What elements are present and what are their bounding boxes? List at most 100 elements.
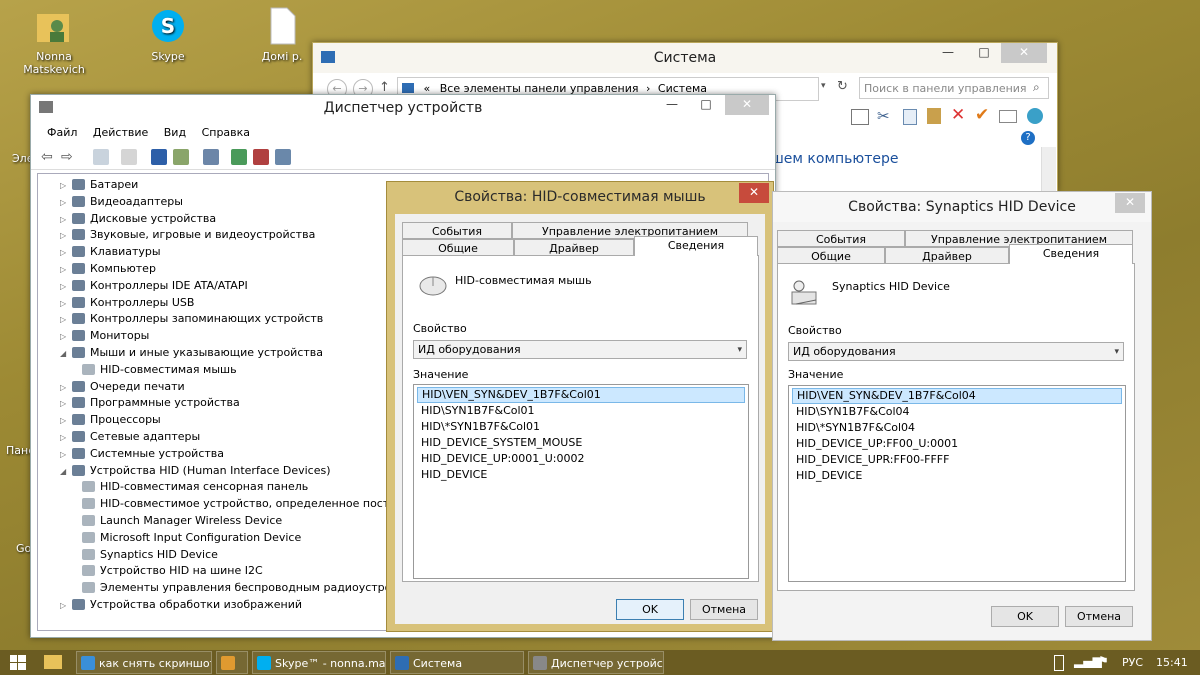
collapsed-arrow-icon[interactable]: ▷ <box>60 244 70 261</box>
value-list-item[interactable]: HID_DEVICE_UPR:FF00-FFFF <box>792 452 1122 468</box>
address-dropdown-icon[interactable]: ▾ <box>821 81 826 91</box>
search-input[interactable]: Поиск в панели управления <box>859 77 1049 99</box>
tab-general[interactable]: Общие <box>402 239 514 256</box>
ok-button[interactable]: OK <box>616 599 684 620</box>
tree-row[interactable]: ◢ Мыши и иные указывающие устройства <box>60 344 323 361</box>
cancel-button[interactable]: Отмена <box>1065 606 1133 627</box>
collapsed-arrow-icon[interactable]: ▷ <box>60 194 70 211</box>
tree-row[interactable]: ▷ Устройства обработки изображений <box>60 596 302 613</box>
desktop-icon-skype[interactable]: S Skype <box>128 6 208 63</box>
value-list-item[interactable]: HID_DEVICE_UP:0001_U:0002 <box>417 451 745 467</box>
value-list-item[interactable]: HID_DEVICE <box>417 467 745 483</box>
tree-row[interactable]: Элементы управления беспроводным радиоус… <box>80 579 399 596</box>
help-icon[interactable] <box>151 149 167 165</box>
check-icon[interactable]: ✔ <box>975 105 989 125</box>
tree-row[interactable]: HID-совместимая мышь <box>80 361 237 378</box>
minimize-button[interactable]: — <box>659 95 685 115</box>
layout-icon[interactable] <box>851 109 869 125</box>
taskbar-item-system[interactable]: Система <box>390 651 524 674</box>
taskbar-item-device-manager[interactable]: Диспетчер устройств <box>528 651 664 674</box>
desktop-icon-user[interactable]: Nonna Matskevich <box>14 6 94 76</box>
collapsed-arrow-icon[interactable]: ▷ <box>60 177 70 194</box>
ok-button[interactable]: OK <box>991 606 1059 627</box>
back-icon[interactable]: ⇦ <box>41 149 57 165</box>
tree-row[interactable]: ▷ Компьютер <box>60 260 156 277</box>
vertical-scrollbar[interactable] <box>1041 147 1056 191</box>
tree-row[interactable]: Microsoft Input Configuration Device <box>80 529 301 546</box>
collapsed-arrow-icon[interactable]: ▷ <box>60 261 70 278</box>
collapsed-arrow-icon[interactable]: ▷ <box>60 278 70 295</box>
taskbar-item-skype[interactable]: Skype™ - nonna.ma... <box>252 651 386 674</box>
tab-events[interactable]: События <box>402 222 512 239</box>
close-button[interactable]: ✕ <box>1115 193 1145 213</box>
menu-view[interactable]: Вид <box>158 123 192 142</box>
tree-view-icon[interactable] <box>93 149 109 165</box>
tree-row[interactable]: ▷ Контроллеры USB <box>60 294 194 311</box>
tab-general[interactable]: Общие <box>777 247 885 264</box>
value-list-item[interactable]: HID\SYN1B7F&Col04 <box>792 404 1122 420</box>
forward-icon[interactable]: ⇨ <box>61 149 77 165</box>
help-icon[interactable]: ? <box>1021 131 1035 145</box>
collapsed-arrow-icon[interactable]: ▷ <box>60 379 70 396</box>
tree-row[interactable]: Launch Manager Wireless Device <box>80 512 282 529</box>
delete-icon[interactable]: ✕ <box>951 105 965 125</box>
maximize-button[interactable]: □ <box>693 95 719 115</box>
copy-icon[interactable] <box>903 109 917 125</box>
value-list[interactable]: HID\VEN_SYN&DEV_1B7F&Col04 HID\SYN1B7F&Co… <box>788 385 1126 582</box>
tab-events[interactable]: События <box>777 230 905 247</box>
language-indicator[interactable]: РУС <box>1122 650 1143 675</box>
tree-row[interactable]: ▷ Мониторы <box>60 327 149 344</box>
tab-driver[interactable]: Драйвер <box>885 247 1009 264</box>
tree-row[interactable]: ▷ Системные устройства <box>60 445 224 462</box>
tree-row[interactable]: HID-совместимая сенсорная панель <box>80 478 308 495</box>
value-list-item[interactable]: HID_DEVICE <box>792 468 1122 484</box>
tree-row[interactable]: HID-совместимое устройство, определенное… <box>80 495 403 512</box>
menu-action[interactable]: Действие <box>87 123 154 142</box>
cancel-button[interactable]: Отмена <box>690 599 758 620</box>
collapsed-arrow-icon[interactable]: ▷ <box>60 328 70 345</box>
view-icon[interactable] <box>173 149 189 165</box>
collapsed-arrow-icon[interactable]: ▷ <box>60 211 70 228</box>
tree-row[interactable]: ▷ Видеоадаптеры <box>60 193 183 210</box>
up-button[interactable]: ↑ <box>379 80 390 95</box>
value-list-item[interactable]: HID\*SYN1B7F&Col04 <box>792 420 1122 436</box>
menu-help[interactable]: Справка <box>196 123 256 142</box>
close-button[interactable]: ✕ <box>739 183 769 203</box>
tree-row[interactable]: ▷ Клавиатуры <box>60 243 161 260</box>
tree-row[interactable]: ▷ Программные устройства <box>60 394 240 411</box>
taskbar-item-browser[interactable]: как снять скриншот... <box>76 651 212 674</box>
disable-icon[interactable] <box>253 149 269 165</box>
flag-icon[interactable]: ⚑ <box>1098 654 1109 668</box>
value-list[interactable]: HID\VEN_SYN&DEV_1B7F&Col01 HID\SYN1B7F&Co… <box>413 384 749 579</box>
tree-row[interactable]: ▷ Контроллеры IDE ATA/ATAPI <box>60 277 248 294</box>
windows-start-icon[interactable] <box>10 655 26 673</box>
clock[interactable]: 15:41 <box>1156 650 1188 675</box>
tree-row[interactable]: ▷ Дисковые устройства <box>60 210 216 227</box>
value-list-item[interactable]: HID\SYN1B7F&Col01 <box>417 403 745 419</box>
tree-row[interactable]: Synaptics HID Device <box>80 546 218 563</box>
search-icon[interactable]: ⌕ <box>1033 80 1040 95</box>
collapsed-arrow-icon[interactable]: ▷ <box>60 227 70 244</box>
paste-icon[interactable] <box>927 108 941 124</box>
tree-row[interactable]: ▷ Сетевые адаптеры <box>60 428 200 445</box>
mail-icon[interactable] <box>999 110 1017 123</box>
value-list-item[interactable]: HID\*SYN1B7F&Col01 <box>417 419 745 435</box>
uninstall-icon[interactable] <box>275 149 291 165</box>
minimize-button[interactable]: — <box>935 43 961 63</box>
close-button[interactable]: ✕ <box>1001 43 1047 63</box>
update-driver-icon[interactable] <box>231 149 247 165</box>
expanded-arrow-icon[interactable]: ◢ <box>60 345 70 362</box>
collapsed-arrow-icon[interactable]: ▷ <box>60 395 70 412</box>
menu-file[interactable]: Файл <box>41 123 83 142</box>
tree-row[interactable]: Устройство HID на шине I2C <box>80 562 263 579</box>
tree-row[interactable]: ▷ Контроллеры запоминающих устройств <box>60 310 323 327</box>
value-list-item[interactable]: HID\VEN_SYN&DEV_1B7F&Col04 <box>792 388 1122 404</box>
value-list-item[interactable]: HID_DEVICE_SYSTEM_MOUSE <box>417 435 745 451</box>
tab-details[interactable]: Сведения <box>634 236 758 256</box>
refresh-icon[interactable]: ↻ <box>837 79 848 94</box>
collapsed-arrow-icon[interactable]: ▷ <box>60 311 70 328</box>
globe-icon[interactable] <box>1027 108 1043 124</box>
close-button[interactable]: ✕ <box>725 95 769 115</box>
desktop-icon-document[interactable]: Домi р. <box>242 6 322 63</box>
properties-icon[interactable] <box>121 149 137 165</box>
